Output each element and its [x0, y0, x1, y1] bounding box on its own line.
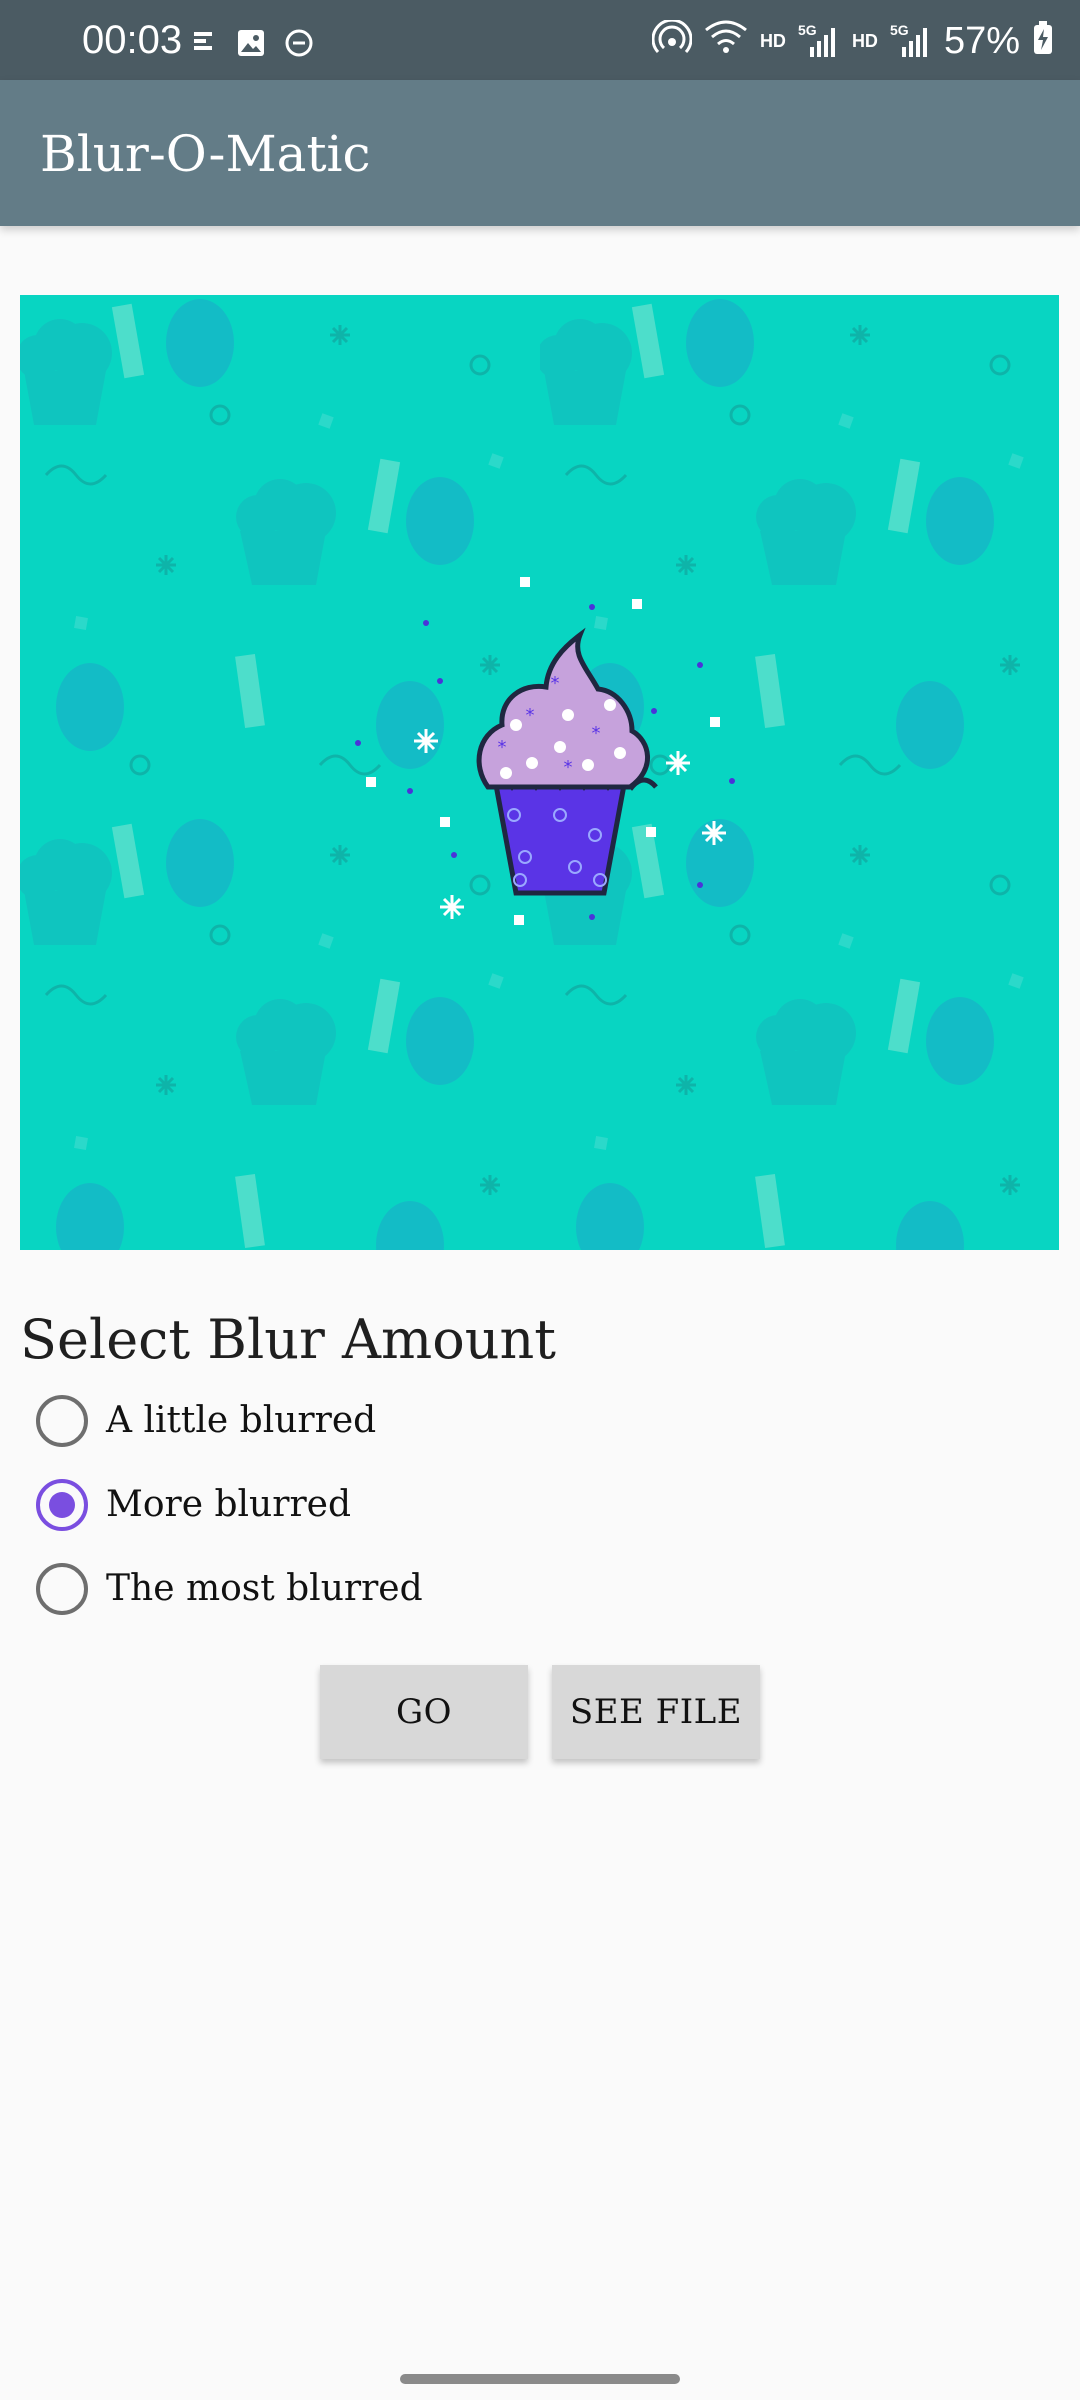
- wifi-icon: [704, 20, 748, 61]
- svg-text:*: *: [551, 673, 560, 694]
- signal-icon: 5G: [798, 22, 840, 59]
- image-icon: [236, 28, 266, 62]
- hotspot-icon: [651, 18, 693, 61]
- navigation-handle[interactable]: [400, 2374, 680, 2384]
- svg-text:*: *: [564, 757, 573, 778]
- radio-option-most[interactable]: The most blurred: [36, 1559, 423, 1619]
- network-label: HD: [759, 30, 786, 51]
- signal-icon-2: 5G: [890, 22, 932, 59]
- radio-button-selected[interactable]: [36, 1479, 88, 1531]
- status-time: 00:03: [82, 18, 183, 62]
- cupcake-image: * * * * *: [20, 295, 1059, 1250]
- network-label-2: HD: [851, 30, 878, 51]
- radio-label: The most blurred: [106, 1568, 423, 1609]
- radio-label: More blurred: [106, 1484, 352, 1525]
- battery-level: 57%: [943, 19, 1020, 62]
- section-title: Select Blur Amount: [20, 1308, 556, 1371]
- svg-text:*: *: [526, 705, 535, 726]
- app-title: Blur-O-Matic: [40, 125, 371, 183]
- status-bar: 00:03 HD 5G HD 5G 57%: [0, 0, 1080, 80]
- see-file-button[interactable]: SEE FILE: [552, 1665, 760, 1759]
- svg-text:*: *: [592, 723, 601, 744]
- status-right: HD 5G HD 5G 57%: [651, 18, 1054, 62]
- go-button[interactable]: GO: [320, 1665, 528, 1759]
- dnd-icon: [284, 28, 314, 62]
- radio-option-more[interactable]: More blurred: [36, 1475, 351, 1535]
- app-bar: Blur-O-Matic: [0, 80, 1080, 226]
- notification-icon: [192, 28, 218, 62]
- radio-button[interactable]: [36, 1395, 88, 1447]
- status-left-icons: [192, 28, 314, 62]
- radio-button[interactable]: [36, 1563, 88, 1615]
- radio-label: A little blurred: [106, 1400, 377, 1441]
- battery-icon: [1032, 20, 1054, 61]
- radio-option-little[interactable]: A little blurred: [36, 1391, 376, 1451]
- svg-text:*: *: [498, 737, 507, 758]
